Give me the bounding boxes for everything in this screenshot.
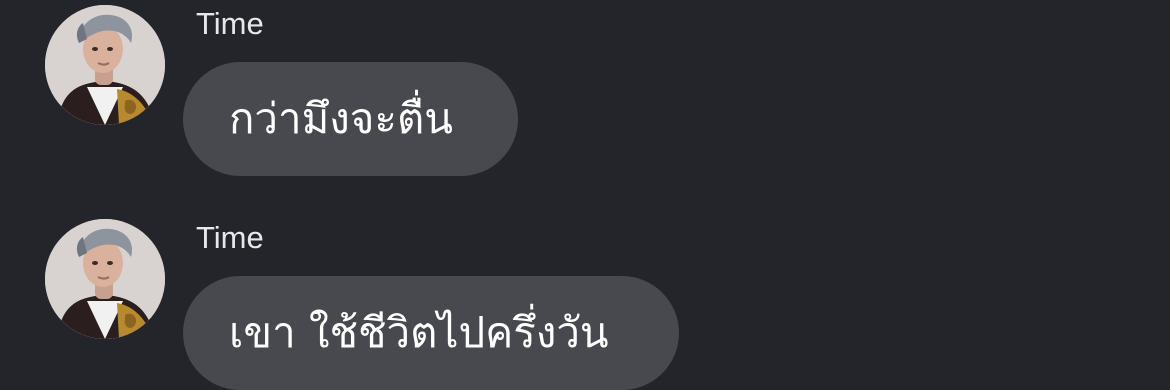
user-avatar-photo-icon[interactable]	[45, 219, 165, 339]
sender-name: Time	[196, 220, 264, 255]
message-bubble[interactable]: กว่ามึงจะตื่น	[183, 62, 518, 176]
user-avatar-photo-icon[interactable]	[45, 5, 165, 125]
avatar-illustration	[45, 5, 165, 125]
avatar-illustration	[45, 219, 165, 339]
message-bubble[interactable]: เขา ใช้ชีวิตไปครึ่งวัน	[183, 276, 679, 390]
sender-name: Time	[196, 6, 264, 41]
